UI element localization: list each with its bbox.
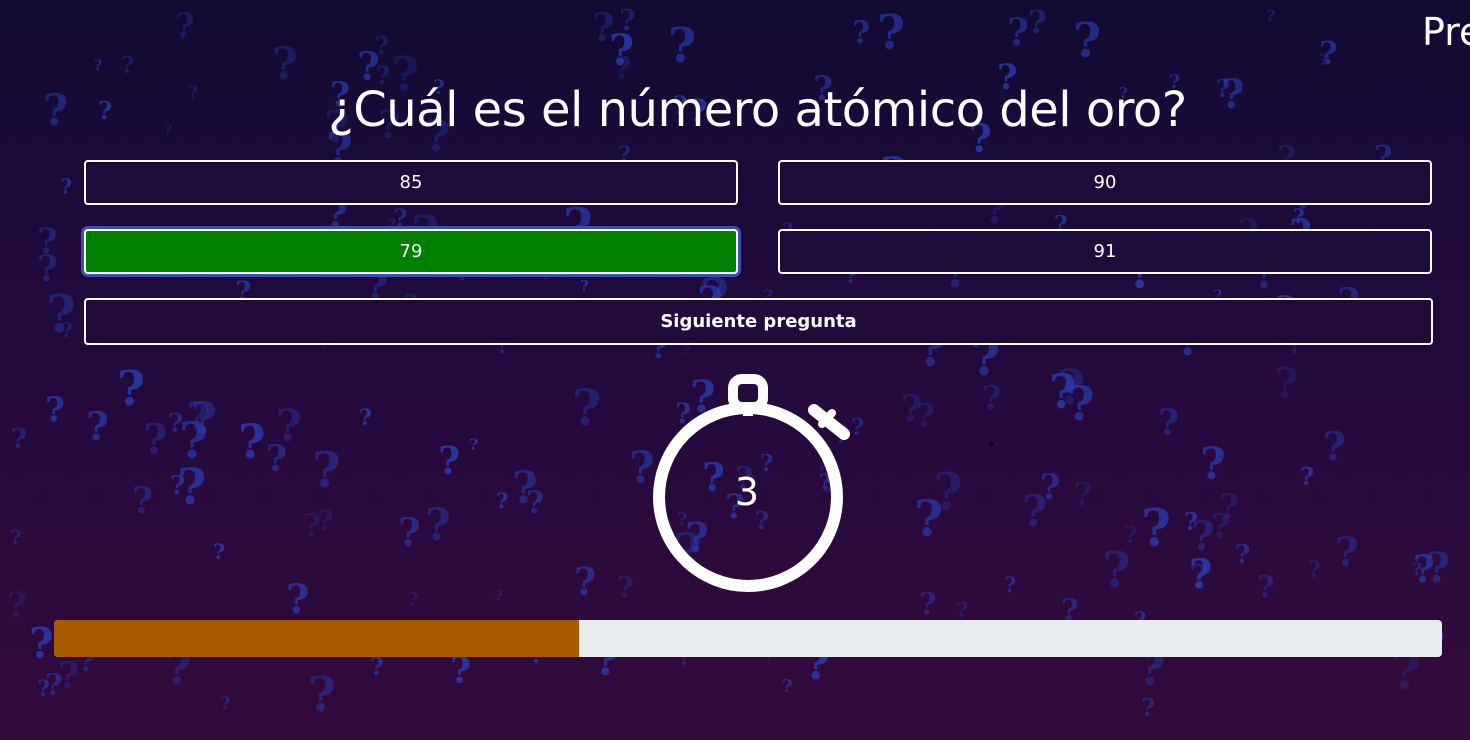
question-mark-icon: ? (1189, 557, 1209, 596)
question-mark-icon: ? (617, 570, 634, 604)
question-mark-icon: ? (86, 404, 109, 450)
question-mark-icon: ? (1141, 693, 1156, 722)
question-mark-icon: ? (494, 587, 503, 605)
question-mark-icon: ? (29, 619, 54, 668)
question-mark-icon: ? (370, 652, 385, 681)
next-question-button[interactable]: Siguiente pregunta (84, 298, 1433, 345)
question-text: ¿Cuál es el número atómico del oro? (328, 82, 1187, 138)
question-mark-icon: ? (1413, 547, 1435, 591)
question-mark-icon: ? (238, 415, 266, 470)
question-mark-icon: ? (58, 655, 80, 697)
question-mark-icon: ? (1074, 477, 1093, 513)
header-label: Pre (1422, 10, 1470, 54)
question-mark-icon: ? (398, 510, 421, 556)
question-mark-icon: ? (852, 15, 871, 51)
question-mark-icon: ? (1335, 529, 1359, 576)
question-mark-icon: ? (1073, 13, 1102, 69)
question-mark-icon: ? (1184, 507, 1199, 536)
question-mark-icon: ? (668, 18, 697, 74)
question-mark-icon: ? (956, 597, 969, 622)
question-mark-icon: ? (393, 204, 408, 233)
question-mark-icon: ? (303, 508, 322, 544)
question-mark-icon: ? (1200, 439, 1226, 490)
time-progress-fill (54, 620, 579, 657)
question-mark-icon: ? (45, 390, 65, 430)
question-mark-icon: ? (1141, 499, 1171, 559)
question-mark-icon: ? (121, 52, 135, 79)
question-mark-icon: ? (1319, 51, 1328, 69)
question-mark-icon: ? (1323, 424, 1346, 470)
question-mark-icon: ? (177, 457, 207, 516)
question-mark-icon: ? (1049, 365, 1077, 420)
question-mark-icon: ? (1028, 3, 1047, 41)
question-mark-icon: ? (37, 221, 58, 262)
question-mark-icon: ? (1040, 467, 1061, 508)
answer-option-3[interactable]: 79 (84, 229, 738, 274)
question-mark-icon: ? (1308, 557, 1321, 583)
question-mark-icon: ? (919, 587, 937, 622)
question-mark-icon: ? (425, 500, 451, 551)
question-mark-icon: ? (408, 589, 419, 610)
answer-option-4[interactable]: 91 (778, 229, 1432, 274)
question-mark-icon: ? (592, 5, 615, 51)
question-mark-icon: ? (213, 539, 226, 564)
question-mark-icon: ? (574, 559, 597, 604)
question-mark-icon: ? (220, 693, 231, 714)
question-mark-icon: ? (1007, 10, 1029, 54)
question-mark-icon: ? (614, 51, 632, 86)
question-mark-icon: ? (496, 488, 509, 513)
question-mark-icon: ? (191, 394, 217, 445)
question-mark-icon: ? (1266, 6, 1276, 25)
question-mark-icon: ? (512, 463, 538, 514)
question-mark-icon: ? (1102, 541, 1131, 599)
question-mark-icon: ? (580, 277, 589, 295)
question-mark-icon: ? (1235, 540, 1251, 570)
question-mark-icon: ? (914, 489, 944, 548)
question-mark-icon: ? (61, 318, 73, 342)
question-mark-icon: ? (266, 438, 288, 480)
answer-option-2[interactable]: 90 (778, 160, 1432, 205)
question-mark-icon: ? (94, 58, 103, 74)
question-mark-icon: ? (272, 39, 298, 90)
question-mark-icon: ? (916, 396, 935, 434)
question-mark-icon: ? (1300, 462, 1315, 491)
question-mark-icon: ? (175, 6, 195, 46)
stray-dot (989, 442, 993, 446)
question-mark-icon: ? (117, 361, 146, 417)
question-mark-icon: ? (11, 424, 27, 455)
question-mark-icon: ? (37, 676, 50, 702)
question-mark-icon: ? (469, 435, 479, 454)
question-mark-icon: ? (143, 415, 168, 464)
question-mark-icon: ? (982, 378, 1002, 417)
question-mark-icon: ? (682, 343, 691, 359)
question-mark-icon: ? (7, 585, 27, 625)
question-mark-icon: ? (132, 480, 154, 522)
answer-option-1[interactable]: 85 (84, 160, 738, 205)
question-mark-icon: ? (1211, 506, 1231, 545)
question-mark-icon: ? (438, 438, 461, 483)
time-progress-bar (54, 620, 1442, 657)
question-mark-icon: ? (10, 525, 22, 549)
question-mark-icon: ? (312, 441, 341, 499)
question-mark-icon: ? (450, 650, 472, 692)
question-mark-icon: ? (877, 5, 906, 61)
countdown-timer: 3 (640, 370, 860, 600)
question-mark-icon: ? (1274, 359, 1299, 408)
timer-value: 3 (734, 470, 760, 514)
question-mark-icon: ? (1158, 402, 1180, 444)
question-mark-icon: ? (1257, 570, 1275, 605)
question-mark-icon: ? (60, 174, 73, 199)
question-mark-icon: ? (308, 667, 337, 723)
question-mark-icon: ? (286, 576, 310, 623)
question-mark-icon: ? (1004, 572, 1017, 597)
question-mark-icon: ? (359, 405, 372, 431)
question-mark-icon: ? (782, 676, 793, 697)
question-mark-icon: ? (572, 378, 602, 437)
